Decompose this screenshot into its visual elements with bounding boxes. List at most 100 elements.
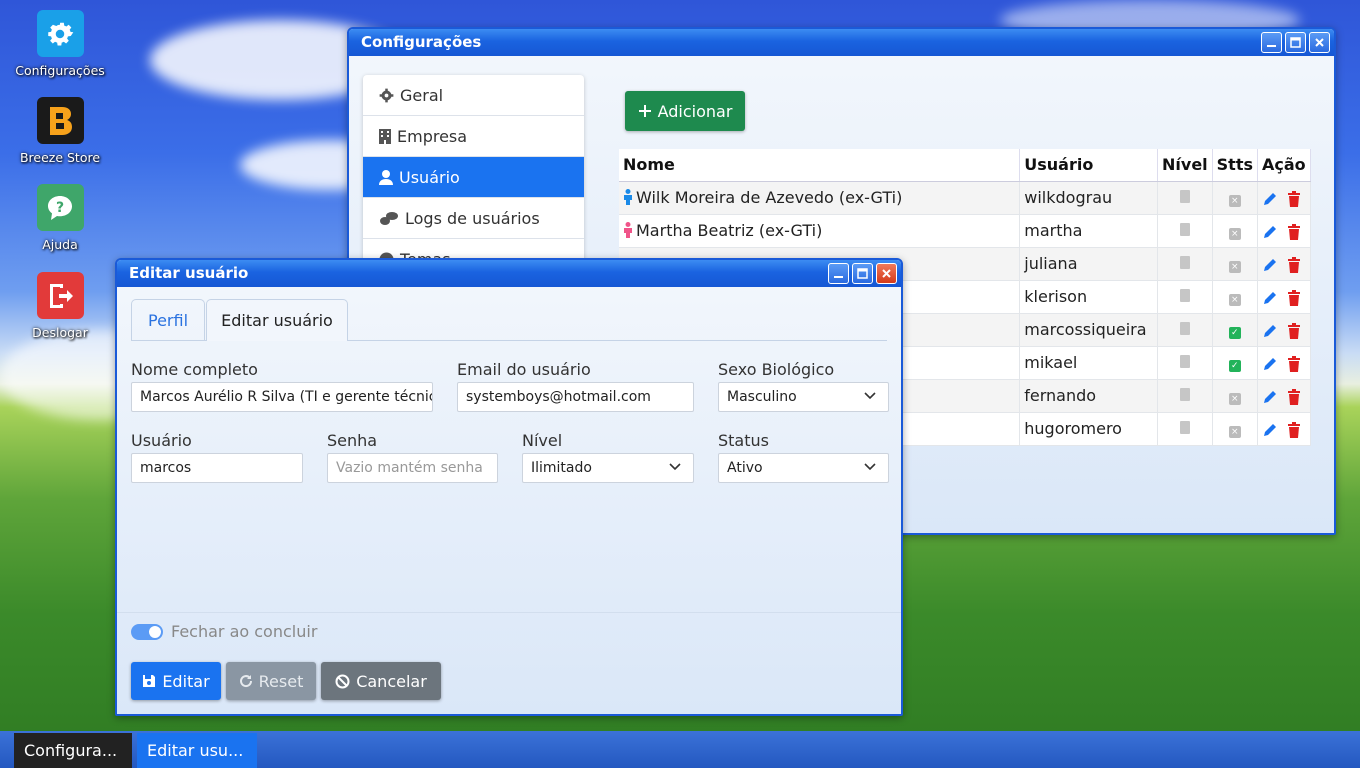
cell-acao (1257, 280, 1311, 314)
nav-item-logs[interactable]: Logs de usuários (363, 198, 584, 239)
desktop: Configurações Breeze Store ? Ajuda Deslo… (0, 0, 1360, 768)
user-name: Martha Beatriz (ex-GTi) (636, 221, 823, 240)
x-icon[interactable]: × (1228, 294, 1241, 306)
senha-label: Senha (327, 431, 378, 450)
cell-status: × (1212, 412, 1259, 446)
svg-text:?: ? (56, 200, 64, 216)
sexo-select[interactable]: Masculino (718, 382, 889, 412)
close-button[interactable] (876, 263, 897, 284)
cell-nome: Martha Beatriz (ex-GTi) (619, 214, 1021, 248)
minimize-button[interactable] (828, 263, 849, 284)
footprints-icon (380, 211, 398, 225)
nav-item-geral[interactable]: Geral (363, 75, 584, 116)
check-icon[interactable]: ✓ (1228, 327, 1241, 339)
nivel-select-value: Ilimitado (531, 460, 592, 476)
id-card-icon (1179, 223, 1190, 236)
pencil-icon[interactable] (1262, 257, 1278, 273)
pencil-icon[interactable] (1262, 389, 1278, 405)
x-icon[interactable]: × (1228, 426, 1241, 438)
desktop-icon-configuracoes[interactable]: Configurações (10, 10, 110, 78)
pencil-icon[interactable] (1262, 422, 1278, 438)
trash-icon[interactable] (1287, 289, 1301, 306)
cell-acao (1257, 346, 1311, 380)
desktop-icon-label: Configurações (15, 63, 105, 78)
chevron-down-icon (864, 392, 876, 400)
close-on-finish-toggle[interactable] (131, 624, 163, 640)
minimize-button[interactable] (1261, 32, 1282, 53)
pencil-icon[interactable] (1262, 224, 1278, 240)
settings-nav: Geral Empresa Usuário Logs de usuários T… (363, 75, 584, 280)
column-header-nivel[interactable]: Nível (1157, 149, 1213, 182)
trash-icon[interactable] (1287, 256, 1301, 273)
cell-acao (1257, 412, 1311, 446)
trash-icon[interactable] (1287, 421, 1301, 438)
cell-usuario: marcossiqueira (1019, 313, 1159, 347)
maximize-button[interactable] (852, 263, 873, 284)
usuario-field[interactable]: marcos (131, 453, 303, 483)
desktop-icon-breeze-store[interactable]: Breeze Store (10, 97, 110, 165)
gear-icon (36, 10, 84, 57)
column-header-usuario[interactable]: Usuário (1019, 149, 1159, 182)
table-header-row: Nome Usuário Nível Stts Ação (619, 149, 1311, 182)
usuario-label: Usuário (131, 431, 192, 450)
taskbar-item-editar-usuario[interactable]: Editar usu... (137, 733, 257, 768)
cell-acao (1257, 379, 1311, 413)
ban-icon (335, 674, 350, 688)
column-header-acao: Ação (1257, 149, 1311, 182)
taskbar: Configura... Editar usu... (0, 731, 1360, 768)
tab-perfil[interactable]: Perfil (131, 299, 205, 341)
trash-icon[interactable] (1287, 190, 1301, 207)
status-label: Status (718, 431, 769, 450)
cell-usuario: fernando (1019, 379, 1159, 413)
trash-icon[interactable] (1287, 322, 1301, 339)
trash-icon[interactable] (1287, 355, 1301, 372)
id-card-icon (1179, 256, 1190, 269)
maximize-button[interactable] (1285, 32, 1306, 53)
column-header-stts[interactable]: Stts (1212, 149, 1259, 182)
pencil-icon[interactable] (1262, 356, 1278, 372)
cancel-button[interactable]: Cancelar (321, 662, 441, 700)
column-header-nome[interactable]: Nome (619, 149, 1021, 182)
trash-icon[interactable] (1287, 388, 1301, 405)
pencil-icon[interactable] (1262, 290, 1278, 306)
nivel-select[interactable]: Ilimitado (522, 453, 694, 483)
reset-button[interactable]: Reset (226, 662, 316, 700)
cell-status: × (1212, 247, 1259, 281)
nav-item-usuario[interactable]: Usuário (363, 157, 584, 198)
x-icon[interactable]: × (1228, 261, 1241, 273)
minimize-icon (1267, 45, 1276, 47)
nav-item-label: Logs de usuários (405, 208, 540, 228)
x-icon[interactable]: × (1228, 393, 1241, 405)
pencil-icon[interactable] (1262, 191, 1278, 207)
cell-nivel (1157, 181, 1213, 215)
senha-field[interactable]: Vazio mantém senha (327, 453, 498, 483)
x-icon[interactable]: × (1228, 195, 1241, 207)
trash-icon[interactable] (1287, 223, 1301, 240)
nome-completo-field[interactable]: Marcos Aurélio R Silva (TI e gerente téc… (131, 382, 433, 412)
status-select[interactable]: Ativo (718, 453, 889, 483)
email-label: Email do usuário (457, 360, 591, 379)
cell-usuario: hugoromero (1019, 412, 1159, 446)
cell-nivel (1157, 313, 1213, 347)
desktop-icon-label: Breeze Store (19, 150, 101, 165)
edit-window-titlebar[interactable]: Editar usuário (117, 260, 901, 287)
user-name: Wilk Moreira de Azevedo (ex-GTi) (636, 188, 903, 207)
edit-button[interactable]: Editar (131, 662, 221, 700)
check-icon[interactable]: ✓ (1228, 360, 1241, 372)
tab-editar-usuario[interactable]: Editar usuário (206, 299, 348, 341)
email-field[interactable]: systemboys@hotmail.com (457, 382, 694, 412)
building-icon (379, 128, 391, 144)
cell-status: × (1212, 280, 1259, 314)
nome-label: Nome completo (131, 360, 258, 379)
close-button[interactable] (1309, 32, 1330, 53)
desktop-icon-ajuda[interactable]: ? Ajuda (10, 184, 110, 252)
desktop-icon-deslogar[interactable]: Deslogar (10, 272, 110, 340)
cell-usuario: wilkdograu (1019, 181, 1159, 215)
pencil-icon[interactable] (1262, 323, 1278, 339)
taskbar-item-configuracoes[interactable]: Configura... (14, 733, 132, 768)
male-icon (624, 189, 632, 205)
x-icon[interactable]: × (1228, 228, 1241, 240)
nav-item-empresa[interactable]: Empresa (363, 116, 584, 157)
config-window-titlebar[interactable]: Configurações (349, 29, 1334, 56)
add-button[interactable]: Adicionar (625, 91, 745, 131)
